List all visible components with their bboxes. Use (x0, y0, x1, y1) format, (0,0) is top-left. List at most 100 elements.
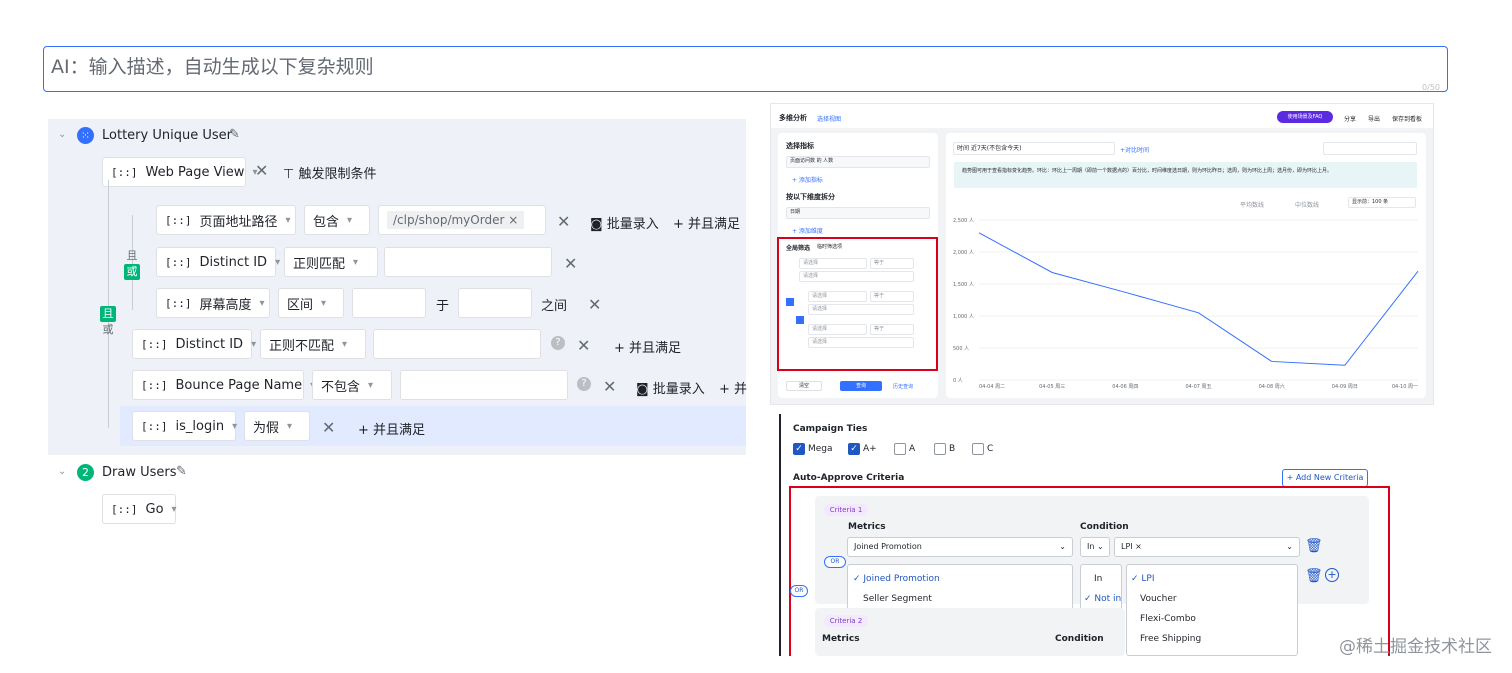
field-select[interactable]: [::] 页面地址路径 ▾ (156, 205, 296, 235)
or-toggle-icon[interactable] (796, 316, 804, 324)
and-label-active[interactable]: 且 (100, 306, 116, 322)
value-input[interactable] (400, 370, 568, 400)
tier-checkbox[interactable]: ✓ (793, 443, 805, 455)
or-label-active[interactable]: 或 (124, 264, 140, 280)
add-metric-button[interactable]: + 添加指标 (792, 175, 823, 184)
value-multiselect[interactable]: LPI × ⌄ (1114, 537, 1300, 557)
value-option[interactable]: Free Shipping (1140, 634, 1201, 644)
tier-checkbox[interactable] (972, 443, 984, 455)
operator-select[interactable]: 为假 ▾ (244, 411, 310, 441)
close-icon[interactable]: ✕ (322, 418, 335, 437)
close-icon[interactable]: ✕ (603, 377, 616, 396)
history-button[interactable]: 历史查询 (893, 383, 913, 390)
edit-pencil-icon[interactable]: ✎ (229, 127, 240, 142)
and-satisfy-button[interactable]: + 并且满足 (358, 419, 425, 438)
close-icon[interactable]: ✕ (255, 161, 268, 180)
criteria2-tag: Criteria 2 (824, 615, 868, 627)
filter-op-select[interactable]: 等于 (870, 291, 914, 302)
and-satisfy-button[interactable]: + 并 (719, 378, 747, 397)
char-counter: 0/50 (1422, 83, 1440, 92)
temp-filter-select[interactable]: 临时筛选项 (817, 243, 842, 250)
condition-select[interactable]: In ⌄ (1080, 537, 1110, 557)
close-icon[interactable]: ✕ (557, 212, 570, 231)
trigger-filter-button[interactable]: ⊤ 触发限制条件 (283, 163, 376, 182)
operator-select[interactable]: 区间 ▾ (278, 288, 344, 318)
help-icon[interactable]: ? (551, 336, 565, 350)
field-select[interactable]: [::] 屏幕高度 ▾ (156, 288, 270, 318)
tag-close-icon[interactable]: × (508, 213, 518, 227)
avg-line-toggle[interactable]: 平均数线 (1240, 200, 1264, 209)
operator-select[interactable]: 包含 ▾ (304, 205, 370, 235)
close-icon[interactable]: ✕ (564, 254, 577, 273)
filter-field-select[interactable]: 请选择 (799, 258, 867, 269)
time-range-select[interactable]: 时间 近7天(不包含今天) (953, 142, 1115, 155)
value-input[interactable] (384, 247, 552, 277)
median-line-toggle[interactable]: 中位数线 (1295, 200, 1319, 209)
y-tick-label: 500 人 (953, 346, 969, 352)
filter-field-select[interactable]: 请选择 (808, 291, 867, 302)
add-criteria-button[interactable]: + Add New Criteria (1282, 469, 1368, 487)
add-circle-icon[interactable]: + (1325, 568, 1339, 582)
edit-pencil-icon[interactable]: ✎ (176, 464, 187, 479)
save-board-button[interactable]: 保存到看板 (1392, 114, 1422, 123)
collapse-chevron-icon[interactable]: ⌄ (58, 466, 66, 477)
or-toggle[interactable]: OR (790, 585, 808, 597)
condition-option[interactable]: ✓ Not in (1084, 594, 1121, 604)
close-icon[interactable]: ✕ (588, 295, 601, 314)
field-select[interactable]: [::] is_login ▾ (132, 411, 237, 441)
trash-icon[interactable]: 🗑 (1305, 568, 1323, 584)
filter-field-select[interactable]: 请选择 (808, 324, 867, 335)
operator-select[interactable]: 不包含 ▾ (312, 370, 392, 400)
share-button[interactable]: 分享 (1344, 114, 1356, 123)
and-toggle-icon[interactable] (786, 298, 794, 306)
filter-value-select[interactable]: 请选择 (808, 337, 914, 348)
filter-value-select[interactable]: 请选择 (808, 304, 914, 315)
event-select[interactable]: [::] Go ▾ (102, 494, 177, 524)
view-select[interactable]: 选择视图 (817, 114, 841, 123)
faq-button[interactable]: 使用场景及FAQ (1277, 111, 1333, 123)
tier-checkbox[interactable]: ✓ (848, 443, 860, 455)
range-min-input[interactable] (352, 288, 426, 318)
collapse-chevron-icon[interactable]: ⌄ (58, 129, 66, 140)
metric-option[interactable]: Seller Segment (863, 594, 932, 604)
tier-checkbox[interactable] (894, 443, 906, 455)
help-icon[interactable]: ? (577, 377, 591, 391)
chart-type-toolbar[interactable] (1323, 142, 1417, 155)
field-select[interactable]: [::]Bounce Page Name▾ (132, 370, 315, 400)
export-button[interactable]: 导出 (1368, 114, 1380, 123)
range-max-input[interactable] (458, 288, 532, 318)
batch-input-button[interactable]: ◙ 批量录入 (590, 213, 659, 232)
value-option[interactable]: Flexi-Combo (1140, 614, 1196, 624)
field-select[interactable]: [::] Distinct ID ▾ (156, 247, 280, 277)
filter-value-select[interactable]: 请选择 (799, 271, 914, 282)
and-satisfy-button[interactable]: + 并且满足 (673, 213, 740, 232)
operator-select[interactable]: 正则不匹配 ▾ (260, 329, 366, 359)
clear-button[interactable]: 清空 (786, 381, 822, 391)
condition-option[interactable]: In (1094, 574, 1102, 584)
query-button[interactable]: 查询 (840, 381, 882, 391)
close-icon[interactable]: ✕ (577, 336, 590, 355)
value-option[interactable]: ✓ LPI (1131, 574, 1155, 584)
value-input[interactable]: /clp/shop/myOrder × (378, 205, 546, 235)
filter-op-select[interactable]: 等于 (870, 258, 914, 269)
add-dimension-button[interactable]: + 添加维度 (792, 226, 823, 235)
or-toggle[interactable]: OR (824, 556, 846, 568)
and-satisfy-button[interactable]: + 并且满足 (614, 337, 681, 356)
value-option[interactable]: Voucher (1140, 594, 1177, 604)
metric-select[interactable]: Joined Promotion ⌄ (847, 537, 1073, 557)
trash-icon[interactable]: 🗑 (1305, 538, 1323, 554)
dimension-select[interactable]: 日期 (786, 207, 930, 219)
tier-checkbox[interactable] (934, 443, 946, 455)
filter-op-select[interactable]: 等于 (870, 324, 914, 335)
compare-time-button[interactable]: +对比时间 (1120, 145, 1149, 154)
value-input[interactable] (373, 329, 541, 359)
display-count-select[interactable]: 显示前：100 条 (1348, 197, 1416, 208)
batch-input-button[interactable]: ◙ 批量录入 (636, 378, 705, 397)
field-select[interactable]: [::] Distinct ID ▾ (132, 329, 256, 359)
metric-option[interactable]: ✓ Joined Promotion (853, 574, 940, 584)
event-select[interactable]: [::] Web Page View ▾ (102, 157, 257, 187)
or-label[interactable]: 或 (100, 322, 116, 338)
and-label[interactable]: 且 (124, 248, 140, 264)
operator-select[interactable]: 正则匹配 ▾ (284, 247, 378, 277)
metric-select[interactable]: 页面访问数 的 人数 (786, 156, 930, 168)
